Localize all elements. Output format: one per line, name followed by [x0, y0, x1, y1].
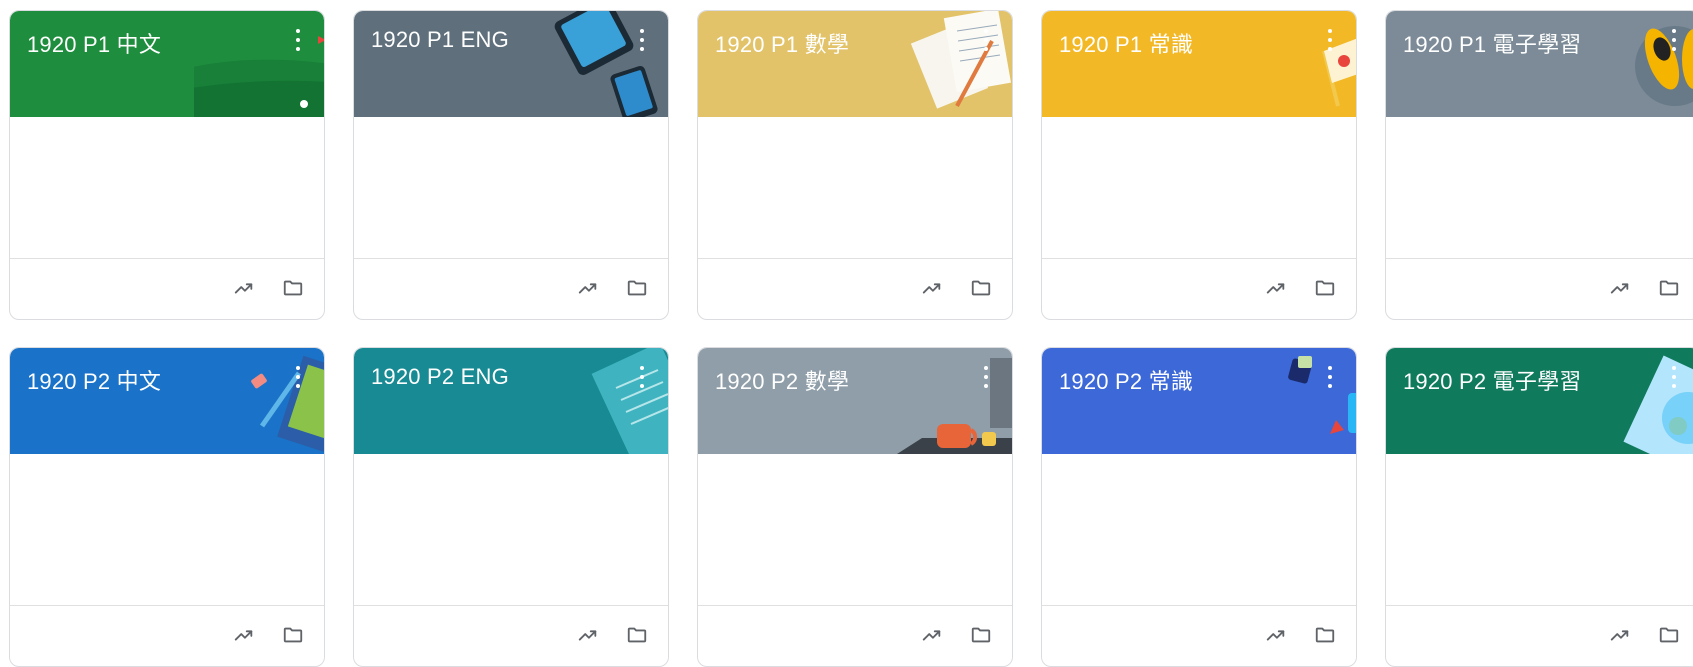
class-title[interactable]: 1920 P2 常識 [1059, 364, 1193, 396]
folder-icon[interactable] [280, 622, 306, 648]
class-card-banner[interactable]: 1920 P2 電子學習 [1386, 348, 1693, 454]
class-theme-illustration [1226, 348, 1356, 454]
class-theme-illustration [1226, 11, 1356, 117]
class-card-footer [10, 605, 324, 666]
class-card-banner[interactable]: 1920 P2 中文 [10, 348, 324, 454]
class-theme-illustration [174, 11, 324, 117]
more-vert-icon[interactable] [1668, 366, 1680, 388]
trending-up-icon[interactable] [919, 275, 945, 301]
class-title[interactable]: 1920 P1 常識 [1059, 27, 1193, 59]
class-theme-illustration [538, 348, 668, 454]
trending-up-icon[interactable] [1607, 622, 1633, 648]
class-card-footer [354, 258, 668, 319]
class-card-footer [1042, 258, 1356, 319]
class-card-body [698, 117, 1012, 260]
class-card-banner[interactable]: 1920 P1 數學 [698, 11, 1012, 117]
trending-up-icon[interactable] [231, 275, 257, 301]
class-card-body [1386, 117, 1693, 260]
trending-up-icon[interactable] [919, 622, 945, 648]
folder-icon[interactable] [968, 275, 994, 301]
class-title[interactable]: 1920 P2 電子學習 [1403, 364, 1581, 396]
class-theme-illustration [538, 11, 668, 117]
class-theme-illustration [882, 11, 1012, 117]
folder-icon[interactable] [968, 622, 994, 648]
folder-icon[interactable] [1656, 622, 1682, 648]
class-card-body [1386, 454, 1693, 597]
class-card-body [10, 454, 324, 597]
folder-icon[interactable] [280, 275, 306, 301]
class-card-footer [10, 258, 324, 319]
class-title[interactable]: 1920 P1 數學 [715, 27, 849, 59]
more-vert-icon[interactable] [636, 29, 648, 51]
class-card-footer [1386, 605, 1693, 666]
class-card-body [698, 454, 1012, 597]
more-vert-icon[interactable] [292, 29, 304, 51]
folder-icon[interactable] [1312, 622, 1338, 648]
trending-up-icon[interactable] [1263, 622, 1289, 648]
class-card[interactable]: 1920 P2 ENG [353, 347, 669, 667]
class-card-body [1042, 454, 1356, 597]
class-card[interactable]: 1920 P2 數學 [697, 347, 1013, 667]
class-card-body [10, 117, 324, 260]
class-card[interactable]: 1920 P1 電子學習 [1385, 10, 1693, 320]
class-card-body [1042, 117, 1356, 260]
class-title[interactable]: 1920 P1 電子學習 [1403, 27, 1581, 59]
class-card-banner[interactable]: 1920 P1 電子學習 [1386, 11, 1693, 117]
more-vert-icon[interactable] [980, 29, 992, 51]
folder-icon[interactable] [1656, 275, 1682, 301]
class-card[interactable]: 1920 P2 中文 [9, 347, 325, 667]
class-card-banner[interactable]: 1920 P2 數學 [698, 348, 1012, 454]
class-card[interactable]: 1920 P1 常識 [1041, 10, 1357, 320]
trending-up-icon[interactable] [231, 622, 257, 648]
class-card[interactable]: 1920 P2 常識 [1041, 347, 1357, 667]
folder-icon[interactable] [1312, 275, 1338, 301]
class-card-footer [698, 258, 1012, 319]
class-theme-illustration [194, 348, 324, 454]
trending-up-icon[interactable] [1607, 275, 1633, 301]
class-card[interactable]: 1920 P1 數學 [697, 10, 1013, 320]
more-vert-icon[interactable] [636, 366, 648, 388]
class-theme-illustration [1570, 348, 1693, 454]
class-title[interactable]: 1920 P1 ENG [371, 27, 509, 53]
class-card[interactable]: 1920 P1 中文 [9, 10, 325, 320]
class-card-grid: 1920 P1 中文 1920 P1 ENG 1920 P1 數學 1920 P… [0, 0, 1693, 667]
class-title[interactable]: 1920 P2 中文 [27, 364, 161, 396]
trending-up-icon[interactable] [575, 622, 601, 648]
class-card[interactable]: 1920 P1 ENG [353, 10, 669, 320]
class-card-banner[interactable]: 1920 P2 ENG [354, 348, 668, 454]
class-card-footer [1042, 605, 1356, 666]
more-vert-icon[interactable] [292, 366, 304, 388]
more-vert-icon[interactable] [1324, 366, 1336, 388]
folder-icon[interactable] [624, 622, 650, 648]
class-card-footer [1386, 258, 1693, 319]
class-title[interactable]: 1920 P2 數學 [715, 364, 849, 396]
class-card-banner[interactable]: 1920 P1 ENG [354, 11, 668, 117]
class-card-banner[interactable]: 1920 P2 常識 [1042, 348, 1356, 454]
class-title[interactable]: 1920 P1 中文 [27, 27, 161, 59]
class-card-footer [698, 605, 1012, 666]
trending-up-icon[interactable] [1263, 275, 1289, 301]
folder-icon[interactable] [624, 275, 650, 301]
class-theme-illustration [1570, 11, 1693, 117]
class-theme-illustration [882, 348, 1012, 454]
trending-up-icon[interactable] [575, 275, 601, 301]
class-card-body [354, 454, 668, 597]
more-vert-icon[interactable] [980, 366, 992, 388]
class-card-banner[interactable]: 1920 P1 常識 [1042, 11, 1356, 117]
class-card-footer [354, 605, 668, 666]
class-card-body [354, 117, 668, 260]
more-vert-icon[interactable] [1668, 29, 1680, 51]
class-title[interactable]: 1920 P2 ENG [371, 364, 509, 390]
more-vert-icon[interactable] [1324, 29, 1336, 51]
class-card-banner[interactable]: 1920 P1 中文 [10, 11, 324, 117]
class-card[interactable]: 1920 P2 電子學習 [1385, 347, 1693, 667]
